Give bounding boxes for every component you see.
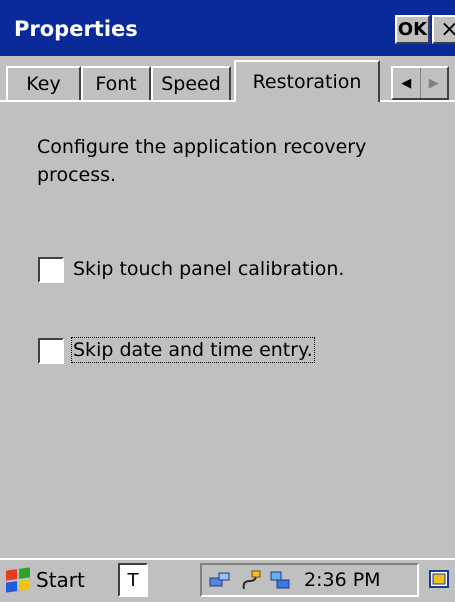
skip-calibration-label[interactable]: Skip touch panel calibration. [73, 258, 344, 280]
description-text: Configure the application recovery proce… [37, 136, 367, 186]
desktop-icon[interactable] [424, 563, 455, 597]
close-icon: × [440, 17, 455, 42]
tab-speed[interactable]: Speed [151, 66, 231, 100]
power-plug-icon[interactable] [238, 569, 262, 591]
chevron-right-icon[interactable]: ▶ [421, 68, 448, 98]
window-title: Properties [14, 17, 138, 41]
skip-date-time-checkbox[interactable] [38, 338, 64, 364]
network-icon[interactable] [208, 569, 232, 591]
start-label: Start [36, 568, 85, 592]
tab-font[interactable]: Font [81, 66, 151, 100]
input-panel-indicator[interactable]: T [118, 563, 148, 597]
show-desktop-icon [428, 570, 449, 588]
chevron-left-icon[interactable]: ◀ [393, 68, 421, 98]
skip-calibration-checkbox[interactable] [38, 257, 64, 283]
connection-icon[interactable] [268, 569, 292, 591]
skip-date-time-label[interactable]: Skip date and time entry. [71, 337, 315, 363]
tab-restoration[interactable]: Restoration [234, 60, 380, 102]
tab-strip-line [0, 100, 455, 102]
start-button[interactable]: Start [6, 563, 112, 597]
tab-key[interactable]: Key [6, 66, 81, 100]
windows-logo-icon [6, 567, 30, 593]
system-tray: 2:36 PM [200, 563, 419, 597]
ok-button[interactable]: OK [395, 15, 430, 44]
tab-scroll-buttons: ◀ ▶ [391, 66, 449, 100]
close-button[interactable]: × [432, 15, 455, 44]
clock[interactable]: 2:36 PM [304, 569, 381, 591]
